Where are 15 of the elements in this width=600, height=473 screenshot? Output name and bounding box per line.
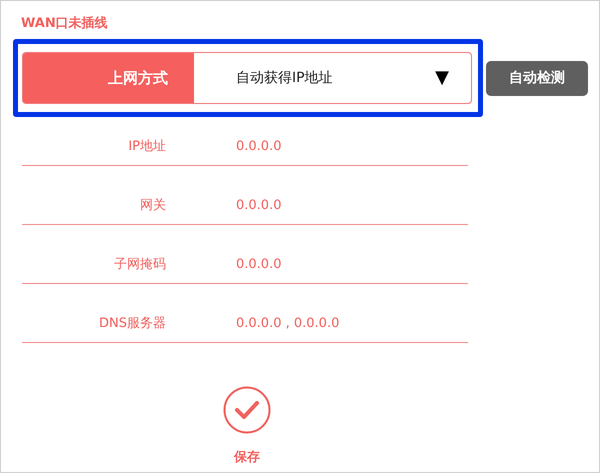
checkmark-icon [223,386,271,434]
field-value: 0.0.0.0 [236,196,282,214]
section-title: WAN口未插线 [21,16,108,31]
select-value: 自动获得IP地址 [236,68,333,88]
dropdown-arrow-icon[interactable]: ▼ [435,69,449,87]
field-value: 0.0.0.0 , 0.0.0.0 [236,314,340,332]
field-value: 0.0.0.0 [236,138,282,156]
select-label: 上网方式 [23,53,194,103]
field-label: DNS服务器 [98,314,166,332]
field-label: 网关 [139,196,166,214]
field-value: 0.0.0.0 [236,256,282,274]
field-label: 子网掩码 [113,256,166,274]
connection-type-select[interactable]: 上网方式 自动获得IP地址 ▼ [22,52,472,104]
auto-detect-button[interactable]: 自动检测 [486,60,588,96]
field-label: IP地址 [127,138,166,156]
